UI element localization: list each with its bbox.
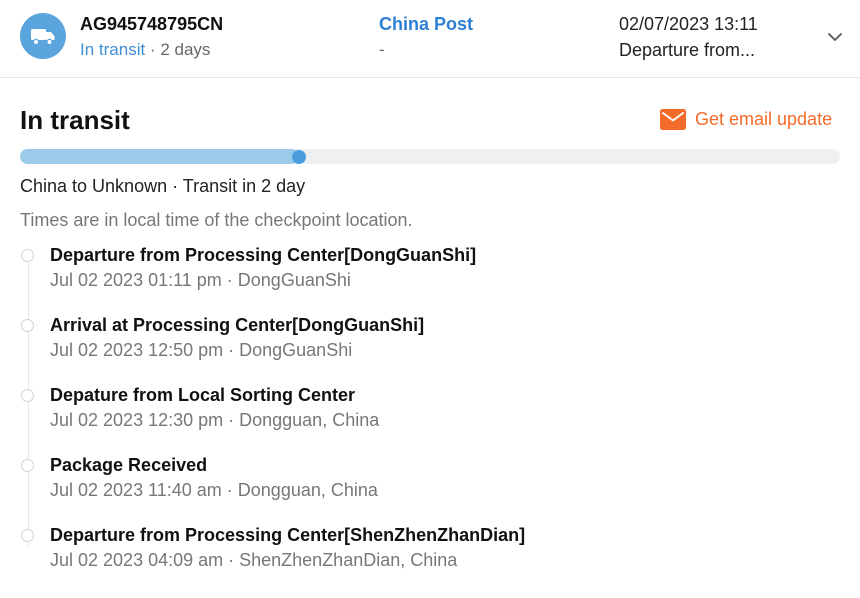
timeline-item: Depature from Local Sorting Center Jul 0… [20,385,840,445]
timeline-event: Departure from Processing Center[ShenZhe… [50,525,526,545]
timeline-meta: Jul 02 2023 12:30 pm · Dongguan, China [50,410,380,430]
timeline-event: Departure from Processing Center[DongGua… [50,245,477,265]
timeline-meta: Jul 02 2023 12:50 pm · DongGuanShi [50,340,353,360]
timeline-event: Depature from Local Sorting Center [50,385,356,405]
timeline-dot [21,459,34,472]
truck-icon [20,13,66,59]
chevron-down-icon[interactable] [825,29,845,45]
progress-marker [291,149,306,164]
status-title: In transit [20,105,130,135]
route-summary: China to Unknown · Transit in 2 day [20,176,306,196]
progress-fill [20,149,299,164]
timeline-dot [21,529,34,542]
carrier-name[interactable]: China Post [379,14,473,35]
timeline-meta: Jul 02 2023 04:09 am · ShenZhenZhanDian,… [50,550,458,570]
transit-duration: 2 days [160,40,211,59]
shipment-header[interactable]: AG945748795CN In transit · 2 days China … [0,0,860,78]
timeline-meta: Jul 02 2023 11:40 am · Dongguan, China [50,480,378,500]
timeline-item: Departure from Processing Center[ShenZhe… [20,525,840,585]
timeline-meta: Jul 02 2023 01:11 pm · DongGuanShi [50,270,351,290]
times-note: Times are in local time of the checkpoin… [20,210,413,230]
timeline-event: Arrival at Processing Center[DongGuanShi… [50,315,425,335]
timeline-dot [21,249,34,262]
envelope-icon [660,109,686,130]
status-link[interactable]: In transit [80,40,145,59]
email-update-button[interactable]: Get email update [660,109,832,130]
timeline-item: Arrival at Processing Center[DongGuanShi… [20,315,840,375]
latest-event-text: Departure from... [619,40,756,60]
email-update-label: Get email update [695,109,833,129]
tracking-number: AG945748795CN [80,14,224,34]
timeline-item: Package Received Jul 02 2023 11:40 am · … [20,455,840,515]
timeline-item: Departure from Processing Center[DongGua… [20,245,840,305]
progress-bar [20,149,840,164]
carrier-subtitle: - [379,40,385,59]
timeline-dot [21,319,34,332]
shipment-status-line: In transit · 2 days [80,40,210,60]
timeline-event: Package Received [50,455,208,475]
timeline-dot [21,389,34,402]
status-separator: · [145,40,161,59]
latest-event-time: 02/07/2023 13:11 [619,14,758,34]
